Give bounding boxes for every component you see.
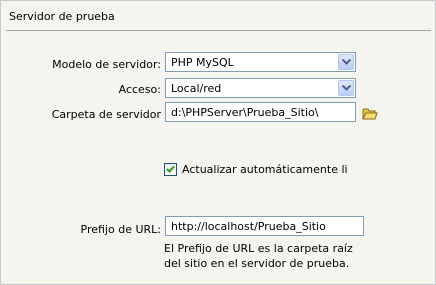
server-model-value: PHP MySQL — [171, 56, 234, 69]
auto-refresh-label[interactable]: Actualizar automáticamente lista de — [182, 163, 347, 176]
url-prefix-input[interactable]: http://localhost/Prueba_Sitio — [165, 216, 364, 236]
url-prefix-label: Prefijo de URL: — [80, 223, 161, 236]
browse-folder-button[interactable] — [362, 107, 378, 121]
url-prefix-help-text: El Prefijo de URL es la carpeta raíz del… — [164, 242, 353, 270]
url-prefix-value: http://localhost/Prueba_Sitio — [171, 220, 326, 233]
access-select[interactable]: Local/red — [165, 78, 356, 98]
testing-server-panel: Servidor de prueba Modelo de servidor: P… — [0, 0, 436, 285]
server-folder-value: d:\PHPServer\Prueba_Sitio\ — [171, 106, 319, 119]
folder-icon — [362, 108, 378, 120]
server-model-select[interactable]: PHP MySQL — [165, 52, 356, 72]
access-dropdown-button[interactable] — [338, 80, 354, 96]
checkmark-icon — [166, 165, 175, 173]
server-folder-input[interactable]: d:\PHPServer\Prueba_Sitio\ — [165, 102, 356, 122]
chevron-down-icon — [342, 59, 351, 65]
server-model-label: Modelo de servidor: — [52, 58, 161, 71]
section-title: Servidor de prueba — [9, 10, 115, 23]
access-label: Acceso: — [118, 83, 161, 96]
access-value: Local/red — [171, 82, 222, 95]
auto-refresh-checkbox[interactable] — [164, 163, 177, 176]
server-model-dropdown-button[interactable] — [338, 54, 354, 70]
server-folder-label: Carpeta de servidor — [51, 108, 161, 121]
chevron-down-icon — [342, 85, 351, 91]
section-divider — [6, 30, 431, 31]
